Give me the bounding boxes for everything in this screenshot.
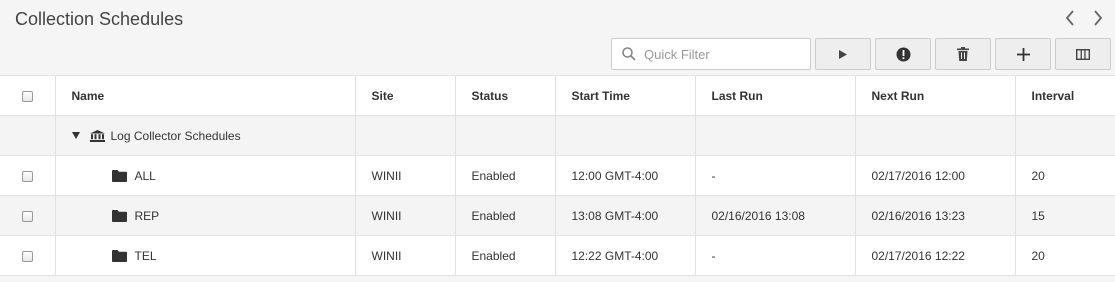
select-all-cell — [0, 75, 56, 116]
select-all-checkbox[interactable] — [21, 90, 33, 102]
group-label: Log Collector Schedules — [110, 128, 241, 143]
plus-icon — [1016, 47, 1030, 61]
columns-icon — [1076, 48, 1090, 60]
folder-icon — [111, 249, 127, 262]
column-header-next-run[interactable]: Next Run — [854, 75, 1016, 116]
chevron-right-icon — [1094, 10, 1103, 26]
row-status: Enabled — [454, 235, 556, 276]
column-header-start-time[interactable]: Start Time — [554, 75, 696, 116]
column-header-status[interactable]: Status — [454, 75, 556, 116]
column-header-interval[interactable]: Interval — [1014, 75, 1115, 116]
row-checkbox[interactable] — [21, 210, 33, 222]
table-row[interactable]: REP WINII Enabled 13:08 GMT-4:00 02/16/2… — [0, 195, 1115, 236]
table-row[interactable]: ALL WINII Enabled 12:00 GMT-4:00 - 02/17… — [0, 155, 1115, 196]
add-button[interactable] — [995, 38, 1051, 70]
quick-filter-field[interactable] — [611, 38, 811, 70]
row-name: ALL — [134, 168, 156, 183]
row-interval: 15 — [1014, 195, 1115, 236]
folder-icon — [111, 169, 127, 182]
row-start-time: 13:08 GMT-4:00 — [554, 195, 696, 236]
delete-button[interactable] — [935, 38, 991, 70]
row-site: WINII — [354, 235, 456, 276]
alert-button[interactable] — [875, 38, 931, 70]
row-checkbox[interactable] — [21, 170, 33, 182]
quick-filter-input[interactable] — [644, 46, 804, 62]
row-last-run: - — [694, 155, 856, 196]
row-next-run: 02/16/2016 13:23 — [854, 195, 1016, 236]
row-name: TEL — [134, 248, 157, 263]
column-header-last-run[interactable]: Last Run — [694, 75, 856, 116]
pager — [1063, 8, 1105, 28]
row-start-time: 12:00 GMT-4:00 — [554, 155, 696, 196]
row-last-run: 02/16/2016 13:08 — [694, 195, 856, 236]
column-header-site[interactable]: Site — [354, 75, 456, 116]
row-next-run: 02/17/2016 12:22 — [854, 235, 1016, 276]
trash-icon — [957, 47, 969, 61]
columns-button[interactable] — [1055, 38, 1111, 70]
group-row[interactable]: Log Collector Schedules — [0, 115, 1115, 156]
exclamation-icon — [896, 47, 910, 61]
table-header-row: Name Site Status Start Time Last Run Nex… — [0, 75, 1115, 116]
search-icon — [622, 47, 636, 61]
bank-icon — [89, 129, 105, 142]
next-page-button[interactable] — [1091, 8, 1105, 28]
page-title: Collection Schedules — [15, 9, 184, 29]
row-start-time: 12:22 GMT-4:00 — [554, 235, 696, 276]
column-header-name[interactable]: Name — [54, 75, 356, 116]
row-interval: 20 — [1014, 235, 1115, 276]
collapse-caret-icon[interactable] — [71, 132, 80, 139]
row-next-run: 02/17/2016 12:00 — [854, 155, 1016, 196]
folder-icon — [111, 209, 127, 222]
play-icon — [839, 49, 847, 59]
row-name: REP — [134, 208, 160, 223]
row-status: Enabled — [454, 155, 556, 196]
run-button[interactable] — [815, 38, 871, 70]
chevron-left-icon — [1065, 10, 1074, 26]
row-interval: 20 — [1014, 155, 1115, 196]
schedules-table: Name Site Status Start Time Last Run Nex… — [0, 75, 1115, 276]
row-checkbox[interactable] — [21, 250, 33, 262]
previous-page-button[interactable] — [1063, 8, 1077, 28]
row-site: WINII — [354, 155, 456, 196]
row-site: WINII — [354, 195, 456, 236]
table-row[interactable]: TEL WINII Enabled 12:22 GMT-4:00 - 02/17… — [0, 235, 1115, 276]
row-status: Enabled — [454, 195, 556, 236]
row-last-run: - — [694, 235, 856, 276]
